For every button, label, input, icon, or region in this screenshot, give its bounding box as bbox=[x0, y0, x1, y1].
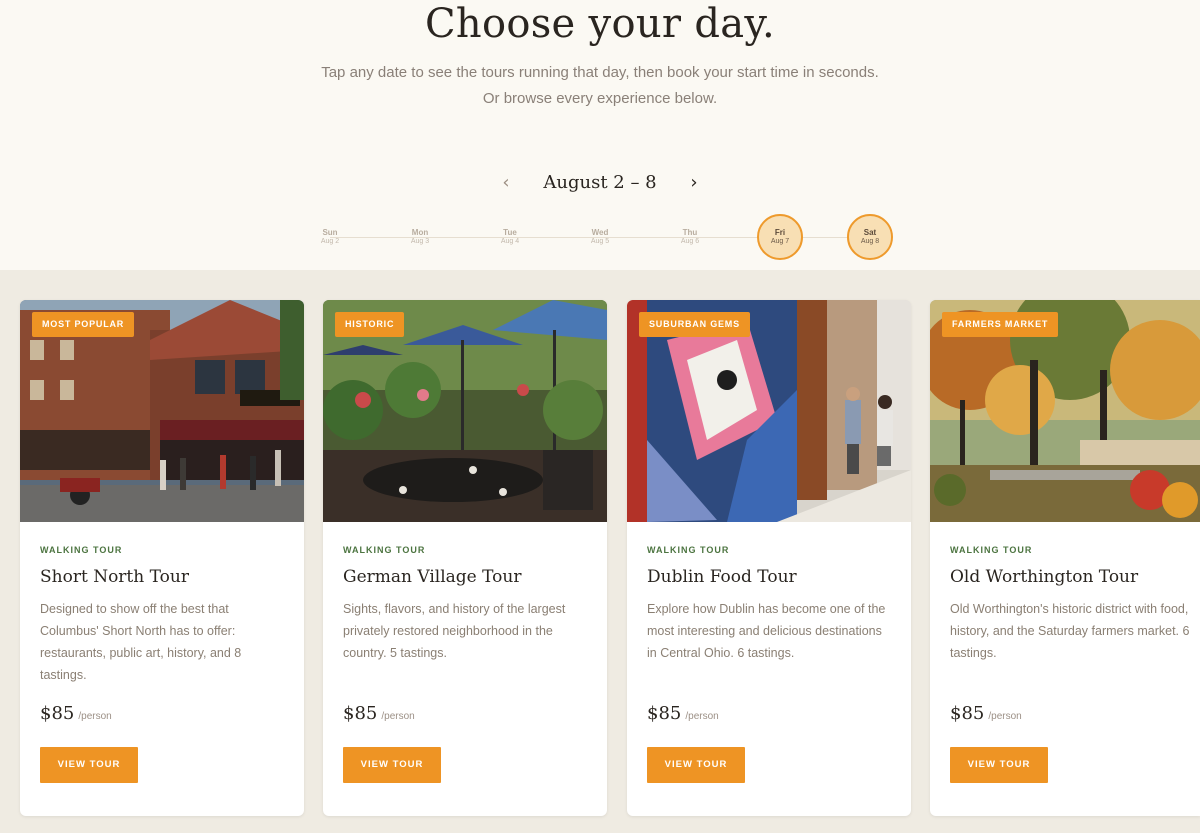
subtitle-line-1: Tap any date to see the tours running th… bbox=[321, 64, 879, 81]
tour-badge: SUBURBAN GEMS bbox=[639, 312, 750, 337]
view-tour-button[interactable]: VIEW TOUR bbox=[40, 747, 138, 783]
tour-title[interactable]: German Village Tour bbox=[343, 567, 521, 587]
price-amount: $85 bbox=[343, 703, 378, 724]
day-tue[interactable]: Tue Aug 4 bbox=[487, 214, 533, 260]
day-date: Aug 8 bbox=[860, 238, 880, 245]
day-wed[interactable]: Wed Aug 5 bbox=[577, 214, 623, 260]
view-tour-button[interactable]: VIEW TOUR bbox=[950, 747, 1048, 783]
tour-card-short-north[interactable]: MOST POPULAR WALKING TOUR Short North To… bbox=[20, 300, 304, 816]
day-date: Aug 7 bbox=[770, 238, 790, 245]
price-amount: $85 bbox=[647, 703, 682, 724]
tour-title[interactable]: Dublin Food Tour bbox=[647, 567, 797, 587]
day-date: Aug 6 bbox=[680, 238, 700, 245]
day-thu[interactable]: Thu Aug 6 bbox=[667, 214, 713, 260]
page-subtitle: Tap any date to see the tours running th… bbox=[0, 60, 1200, 112]
page-title: Choose your day. bbox=[425, 1, 775, 47]
day-name: Wed bbox=[591, 228, 609, 237]
week-range-label: August 2 – 8 bbox=[543, 172, 657, 193]
tour-type: WALKING TOUR bbox=[647, 545, 730, 555]
subtitle-line-2: Or browse every experience below. bbox=[482, 90, 718, 107]
day-sat[interactable]: Sat Aug 8 bbox=[847, 214, 893, 260]
day-date: Aug 2 bbox=[320, 238, 340, 245]
week-navigator: ‹ August 2 – 8 › bbox=[0, 170, 1200, 200]
view-tour-button[interactable]: VIEW TOUR bbox=[343, 747, 441, 783]
day-name: Tue bbox=[503, 228, 517, 237]
tour-title[interactable]: Old Worthington Tour bbox=[950, 567, 1138, 587]
price-unit: /person bbox=[78, 711, 112, 722]
tour-type: WALKING TOUR bbox=[40, 545, 123, 555]
hero-section: Choose your day. Tap any date to see the… bbox=[0, 0, 1200, 270]
day-date: Aug 3 bbox=[410, 238, 430, 245]
tour-card-dublin[interactable]: SUBURBAN GEMS WALKING TOUR Dublin Food T… bbox=[627, 300, 911, 816]
tour-card-german-village[interactable]: HISTORIC WALKING TOUR German Village Tou… bbox=[323, 300, 607, 816]
price-amount: $85 bbox=[40, 703, 75, 724]
tour-badge: FARMERS MARKET bbox=[942, 312, 1059, 337]
day-name: Mon bbox=[411, 228, 429, 237]
day-name: Sun bbox=[322, 228, 338, 237]
tour-description: Designed to show off the best that Colum… bbox=[40, 602, 242, 682]
day-sun[interactable]: Sun Aug 2 bbox=[307, 214, 353, 260]
day-date: Aug 4 bbox=[500, 238, 520, 245]
chevron-right-icon[interactable]: › bbox=[684, 172, 704, 196]
price-unit: /person bbox=[685, 711, 719, 722]
day-mon[interactable]: Mon Aug 3 bbox=[397, 214, 443, 260]
tour-price: $85/person bbox=[40, 703, 112, 724]
tour-badge: MOST POPULAR bbox=[32, 312, 135, 337]
chevron-left-icon[interactable]: ‹ bbox=[496, 172, 516, 196]
view-tour-button[interactable]: VIEW TOUR bbox=[647, 747, 745, 783]
tour-type: WALKING TOUR bbox=[950, 545, 1033, 555]
tour-price: $85/person bbox=[647, 703, 719, 724]
day-fri[interactable]: Fri Aug 7 bbox=[757, 214, 803, 260]
tour-card-old-worthington[interactable]: FARMERS MARKET WALKING TOUR Old Worthing… bbox=[930, 300, 1200, 816]
tour-title[interactable]: Short North Tour bbox=[40, 567, 189, 587]
tour-price: $85/person bbox=[950, 703, 1022, 724]
tour-price: $85/person bbox=[343, 703, 415, 724]
tour-description: Explore how Dublin has become one of the… bbox=[647, 602, 886, 660]
day-name: Fri bbox=[774, 228, 786, 237]
price-amount: $85 bbox=[950, 703, 985, 724]
day-date: Aug 5 bbox=[590, 238, 610, 245]
tour-type: WALKING TOUR bbox=[343, 545, 426, 555]
price-unit: /person bbox=[988, 711, 1022, 722]
tour-badge: HISTORIC bbox=[335, 312, 405, 337]
day-name: Sat bbox=[863, 228, 877, 237]
tour-description: Old Worthington's historic district with… bbox=[950, 602, 1190, 660]
tour-description: Sights, flavors, and history of the larg… bbox=[343, 602, 566, 660]
price-unit: /person bbox=[381, 711, 415, 722]
day-name: Thu bbox=[682, 228, 698, 237]
